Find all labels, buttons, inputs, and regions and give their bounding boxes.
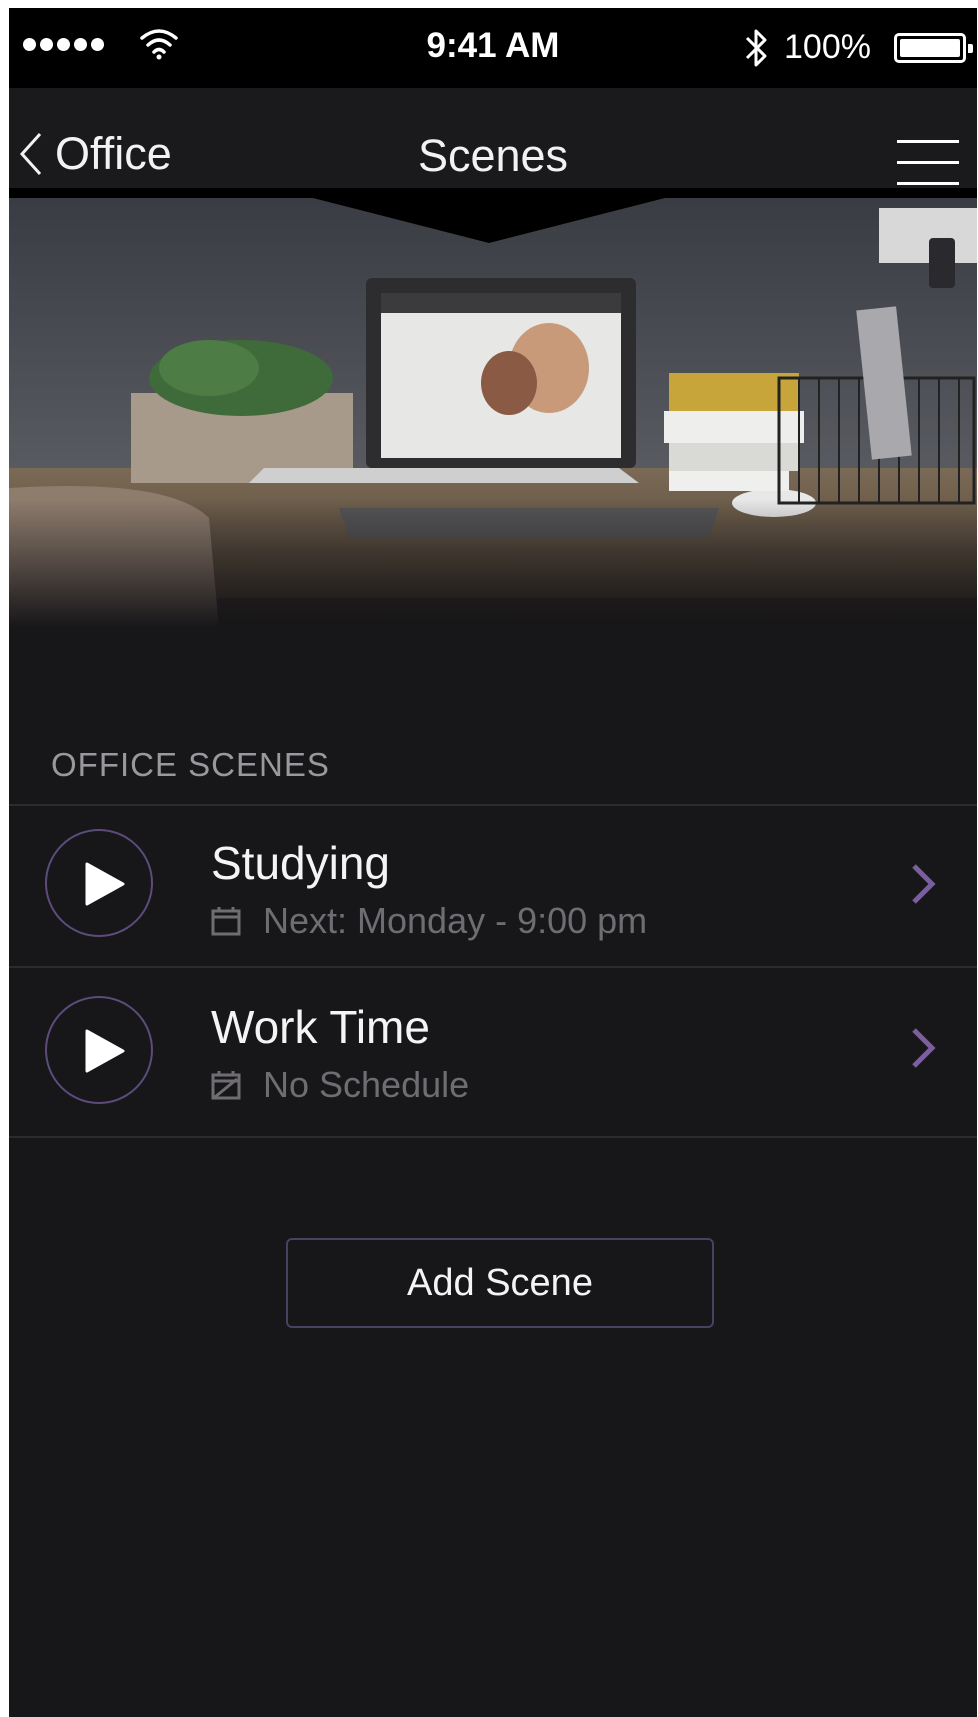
nav-bar-notch — [9, 188, 977, 243]
status-bar: 9:41 AM 100% — [9, 8, 977, 88]
battery-percentage: 100% — [784, 28, 871, 66]
scene-schedule: Next: Monday - 9:00 pm — [211, 900, 647, 942]
divider — [9, 1136, 977, 1138]
hamburger-menu-icon[interactable] — [897, 140, 959, 188]
add-scene-button[interactable]: Add Scene — [286, 1238, 714, 1328]
scene-schedule: No Schedule — [211, 1064, 469, 1106]
play-icon — [85, 862, 125, 906]
chevron-right-icon — [912, 1028, 936, 1068]
calendar-icon — [211, 907, 241, 936]
play-scene-button[interactable] — [45, 996, 153, 1104]
play-scene-button[interactable] — [45, 829, 153, 937]
phone-screen: 9:41 AM 100% Office Scenes OFFICE SCENES… — [9, 8, 977, 1717]
scene-name: Studying — [211, 837, 391, 889]
bluetooth-icon — [745, 29, 767, 67]
scene-schedule-text: No Schedule — [263, 1064, 470, 1105]
back-button-label: Office — [55, 128, 172, 179]
scene-row-work-time[interactable]: Work Time No Schedule — [9, 968, 977, 1123]
scene-name: Work Time — [211, 1001, 430, 1053]
scene-row-studying[interactable]: Studying Next: Monday - 9:00 pm — [9, 806, 977, 961]
calendar-off-icon — [211, 1071, 241, 1100]
chevron-right-icon — [912, 864, 936, 904]
office-hero-image — [9, 198, 977, 628]
section-header: OFFICE SCENES — [51, 746, 330, 783]
play-icon — [85, 1029, 125, 1073]
chevron-left-icon — [19, 132, 42, 176]
scene-schedule-text: Next: Monday - 9:00 pm — [263, 900, 648, 941]
battery-icon — [894, 33, 973, 63]
back-button[interactable]: Office — [19, 128, 172, 180]
